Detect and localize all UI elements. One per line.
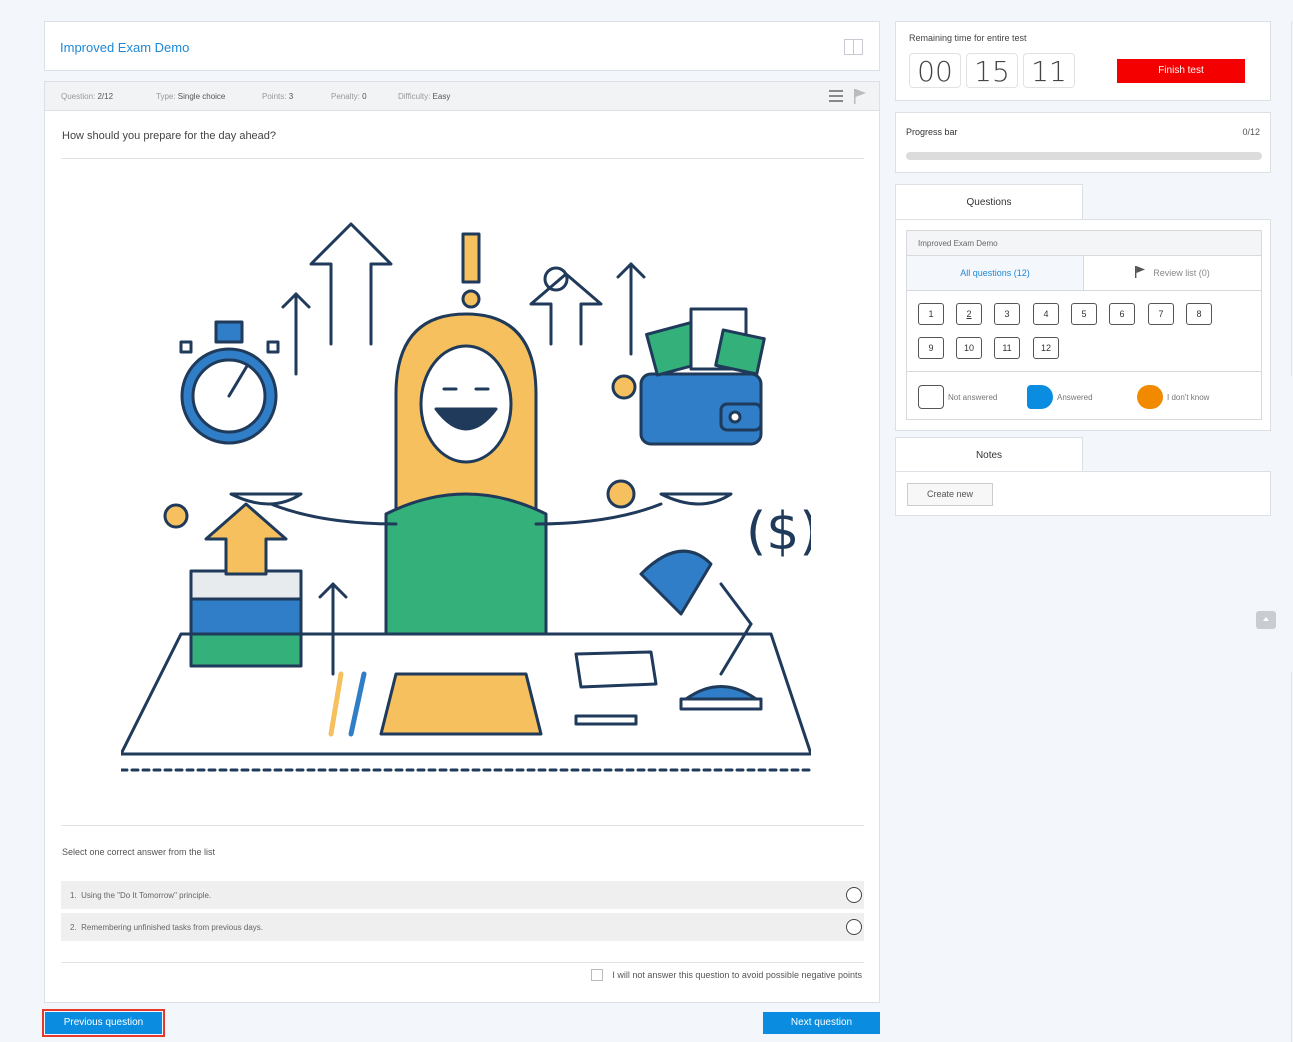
question-number-2[interactable]: 2 xyxy=(956,303,982,325)
tab-notes[interactable]: Notes xyxy=(895,437,1083,472)
answer-text: Remembering unfinished tasks from previo… xyxy=(81,923,263,932)
previous-question-button[interactable]: Previous question xyxy=(42,1009,165,1037)
notes-panel: Create new xyxy=(895,471,1271,516)
answer-text: Using the "Do It Tomorrow" principle. xyxy=(81,891,212,900)
question-text: How should you prepare for the day ahead… xyxy=(62,130,277,142)
meta-type: Type: Single choice xyxy=(156,92,226,101)
flag-icon xyxy=(1135,266,1146,278)
meta-penalty: Penalty: 0 xyxy=(331,92,367,101)
exam-title: Improved Exam Demo xyxy=(60,40,190,55)
answer-option-1[interactable]: 1. Using the "Do It Tomorrow" principle. xyxy=(61,881,864,909)
question-number-9[interactable]: 9 xyxy=(918,337,944,359)
book-icon[interactable] xyxy=(844,39,863,55)
question-number-10[interactable]: 10 xyxy=(956,337,982,359)
answer-radio-1[interactable] xyxy=(846,887,862,903)
scrollbar-track xyxy=(1291,21,1292,376)
divider xyxy=(61,962,864,963)
skip-label: I will not answer this question to avoid… xyxy=(612,970,862,980)
question-number-5[interactable]: 5 xyxy=(1071,303,1097,325)
question-number-7[interactable]: 7 xyxy=(1148,303,1174,325)
timer-seconds: 11 xyxy=(1023,53,1075,88)
menu-icon[interactable] xyxy=(829,90,843,102)
tab-all-questions[interactable]: All questions (12) xyxy=(907,256,1084,290)
question-card: How should you prepare for the day ahead… xyxy=(44,110,880,1003)
status-legend: Not answered Answered I don't know xyxy=(907,371,1261,419)
answered-swatch xyxy=(1027,385,1053,409)
finish-test-button[interactable]: Finish test xyxy=(1117,59,1245,83)
progress-bar xyxy=(906,152,1262,160)
question-number-12[interactable]: 12 xyxy=(1033,337,1059,359)
question-meta-bar: Question: 2/12 Type: Single choice Point… xyxy=(44,81,880,110)
question-number-11[interactable]: 11 xyxy=(994,337,1020,359)
skip-checkbox[interactable] xyxy=(591,969,604,981)
divider xyxy=(61,825,864,826)
answer-instruction: Select one correct answer from the list xyxy=(62,847,216,857)
timer-label: Remaining time for entire test xyxy=(909,33,1027,43)
meta-difficulty: Difficulty: Easy xyxy=(398,92,451,101)
timer-minutes: 15 xyxy=(966,53,1018,88)
timer-panel: Remaining time for entire test 00 15 11 … xyxy=(895,21,1271,101)
question-number-6[interactable]: 6 xyxy=(1109,303,1135,325)
tab-review-list[interactable]: Review list (0) xyxy=(1084,256,1261,290)
question-number-8[interactable]: 8 xyxy=(1186,303,1212,325)
svg-text:($): ($) xyxy=(746,502,811,562)
dont-know-swatch xyxy=(1137,385,1163,409)
progress-value: 0/12 xyxy=(1242,127,1260,137)
not-answered-swatch xyxy=(918,385,944,409)
exam-header: Improved Exam Demo xyxy=(44,21,880,71)
question-number-4[interactable]: 4 xyxy=(1033,303,1059,325)
skip-question-option[interactable]: I will not answer this question to avoid… xyxy=(591,969,862,981)
progress-panel: Progress bar 0/12 xyxy=(895,112,1271,173)
question-illustration: ($) xyxy=(121,222,811,772)
scrollbar-track xyxy=(1291,672,1292,1042)
progress-label: Progress bar xyxy=(906,127,958,137)
question-number-3[interactable]: 3 xyxy=(994,303,1020,325)
timer-hours: 00 xyxy=(909,53,961,88)
next-question-button[interactable]: Next question xyxy=(763,1012,880,1034)
question-number-1[interactable]: 1 xyxy=(918,303,944,325)
questions-panel-header: Improved Exam Demo xyxy=(907,231,1261,256)
create-note-button[interactable]: Create new xyxy=(907,483,993,506)
tab-questions[interactable]: Questions xyxy=(895,184,1083,220)
flag-icon[interactable] xyxy=(853,88,867,104)
meta-points: Points: 3 xyxy=(262,92,294,101)
answer-radio-2[interactable] xyxy=(846,919,862,935)
answer-option-2[interactable]: 2. Remembering unfinished tasks from pre… xyxy=(61,913,864,941)
divider xyxy=(61,158,864,159)
questions-panel: Improved Exam Demo All questions (12) Re… xyxy=(895,219,1271,431)
scroll-to-top-button[interactable] xyxy=(1256,611,1276,629)
meta-question: Question: 2/12 xyxy=(61,92,114,101)
